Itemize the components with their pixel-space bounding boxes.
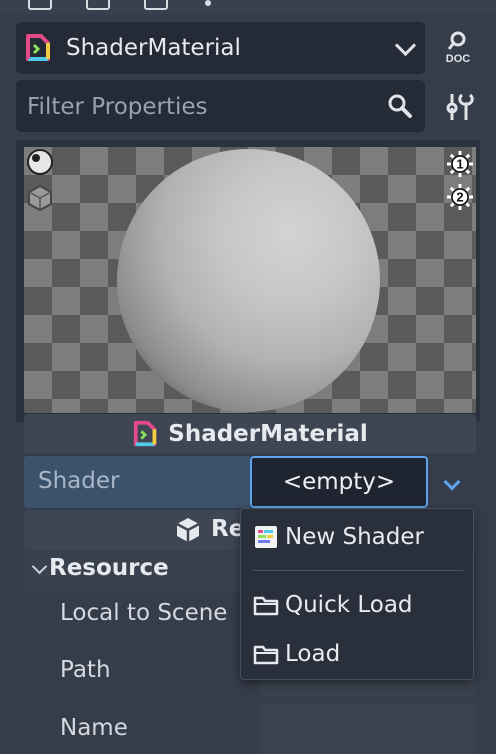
light-1-label: 1 (456, 157, 463, 172)
light-1-toggle[interactable]: 1 (446, 150, 474, 182)
resource-type-selector[interactable]: ShaderMaterial (16, 22, 425, 74)
preview-sphere (117, 149, 380, 412)
resource-type-label: ShaderMaterial (66, 35, 241, 61)
folder-icon (253, 645, 279, 665)
doc-label: DOC (446, 53, 471, 65)
light-2-icon: 2 (447, 184, 473, 210)
shader-property-label: Shader (38, 468, 120, 494)
menu-separator (253, 570, 463, 571)
name-field[interactable] (260, 704, 476, 754)
chevron-down-icon (31, 558, 48, 575)
property-name: Name (60, 715, 128, 741)
resource-icon (176, 518, 200, 542)
toolbar-icon[interactable] (144, 0, 168, 10)
load-label: Load (285, 641, 341, 667)
shader-material-icon (26, 34, 50, 61)
shader-file-icon (255, 526, 277, 548)
shader-value-button[interactable]: <empty> (250, 456, 428, 508)
toolbar-icon[interactable] (28, 0, 52, 10)
toolbar-icon[interactable] (86, 0, 110, 10)
box-preview-button[interactable] (26, 184, 54, 216)
shader-material-icon (134, 420, 157, 447)
light-1-icon: 1 (447, 151, 473, 177)
property-local-to-scene: Local to Scene (60, 600, 228, 626)
menu-item-load[interactable]: Load (241, 630, 473, 678)
light-2-toggle[interactable]: 2 (446, 183, 474, 215)
filter-properties-input[interactable] (16, 80, 389, 134)
new-shader-label: New Shader (285, 524, 424, 550)
chevron-down-icon[interactable] (443, 473, 461, 491)
quick-load-label: Quick Load (285, 592, 413, 618)
box-icon (28, 184, 52, 212)
top-toolbar (0, 0, 496, 14)
material-name-band[interactable]: ShaderMaterial (24, 414, 476, 454)
material-name-label: ShaderMaterial (168, 421, 368, 447)
doc-button[interactable]: DOC (440, 30, 476, 66)
chevron-down-icon (394, 34, 417, 57)
menu-item-new-shader[interactable]: New Shader (241, 513, 473, 561)
doc-search-icon: DOC (446, 31, 471, 65)
resource-section-header[interactable]: Resource (24, 551, 242, 591)
sphere-preview-button[interactable] (26, 148, 54, 180)
folder-icon (253, 596, 279, 616)
toolbar-icon[interactable] (205, 0, 211, 6)
filter-box (16, 80, 425, 134)
tools-icon (446, 93, 474, 120)
sphere-icon (27, 149, 53, 175)
light-2-label: 2 (456, 190, 463, 205)
property-path: Path (60, 657, 111, 683)
shader-property-row: Shader (24, 456, 250, 508)
resource-section-title: Resource (49, 555, 169, 581)
object-properties-button[interactable] (444, 92, 474, 122)
shader-context-menu: New Shader Quick Load Load (240, 508, 474, 680)
search-icon (388, 94, 412, 118)
menu-item-quick-load[interactable]: Quick Load (241, 581, 473, 629)
